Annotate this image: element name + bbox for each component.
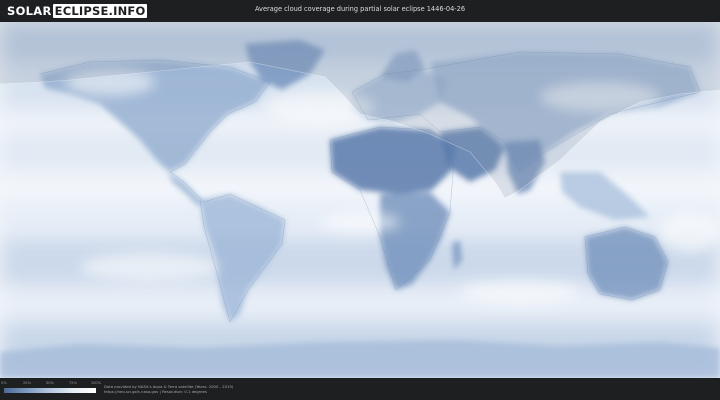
cloud-coverage-legend-bar [4,388,96,393]
cloud-swirl-5 [460,280,580,304]
cloud-swirl-4 [80,253,220,281]
header-bar: SOLAR ECLIPSE.INFO Average cloud coverag… [0,0,720,22]
cloud-swirl-6 [320,212,400,232]
cloud-swirl-7 [660,212,720,252]
legend-ticks: 0% 25% 50% 75% 100% [1,381,101,387]
data-credits: Data provided by NASA's Aqua & Terra sat… [104,384,233,394]
legend-tick-50: 50% [46,381,54,385]
world-map-svg [0,22,720,378]
credits-line-2: https://neo.sci.gsfc.nasa.gov | Resoluti… [104,389,207,394]
legend-tick-75: 75% [69,381,77,385]
legend-tick-0: 0% [1,381,7,385]
footer-bar: 0% 25% 50% 75% 100% Data provided by NAS… [0,378,720,400]
land-antarctica [0,340,720,378]
cloud-coverage-map[interactable] [0,22,720,378]
legend-tick-25: 25% [23,381,31,385]
page-title: Average cloud coverage during partial so… [254,5,466,13]
legend-tick-100: 100% [90,381,102,385]
